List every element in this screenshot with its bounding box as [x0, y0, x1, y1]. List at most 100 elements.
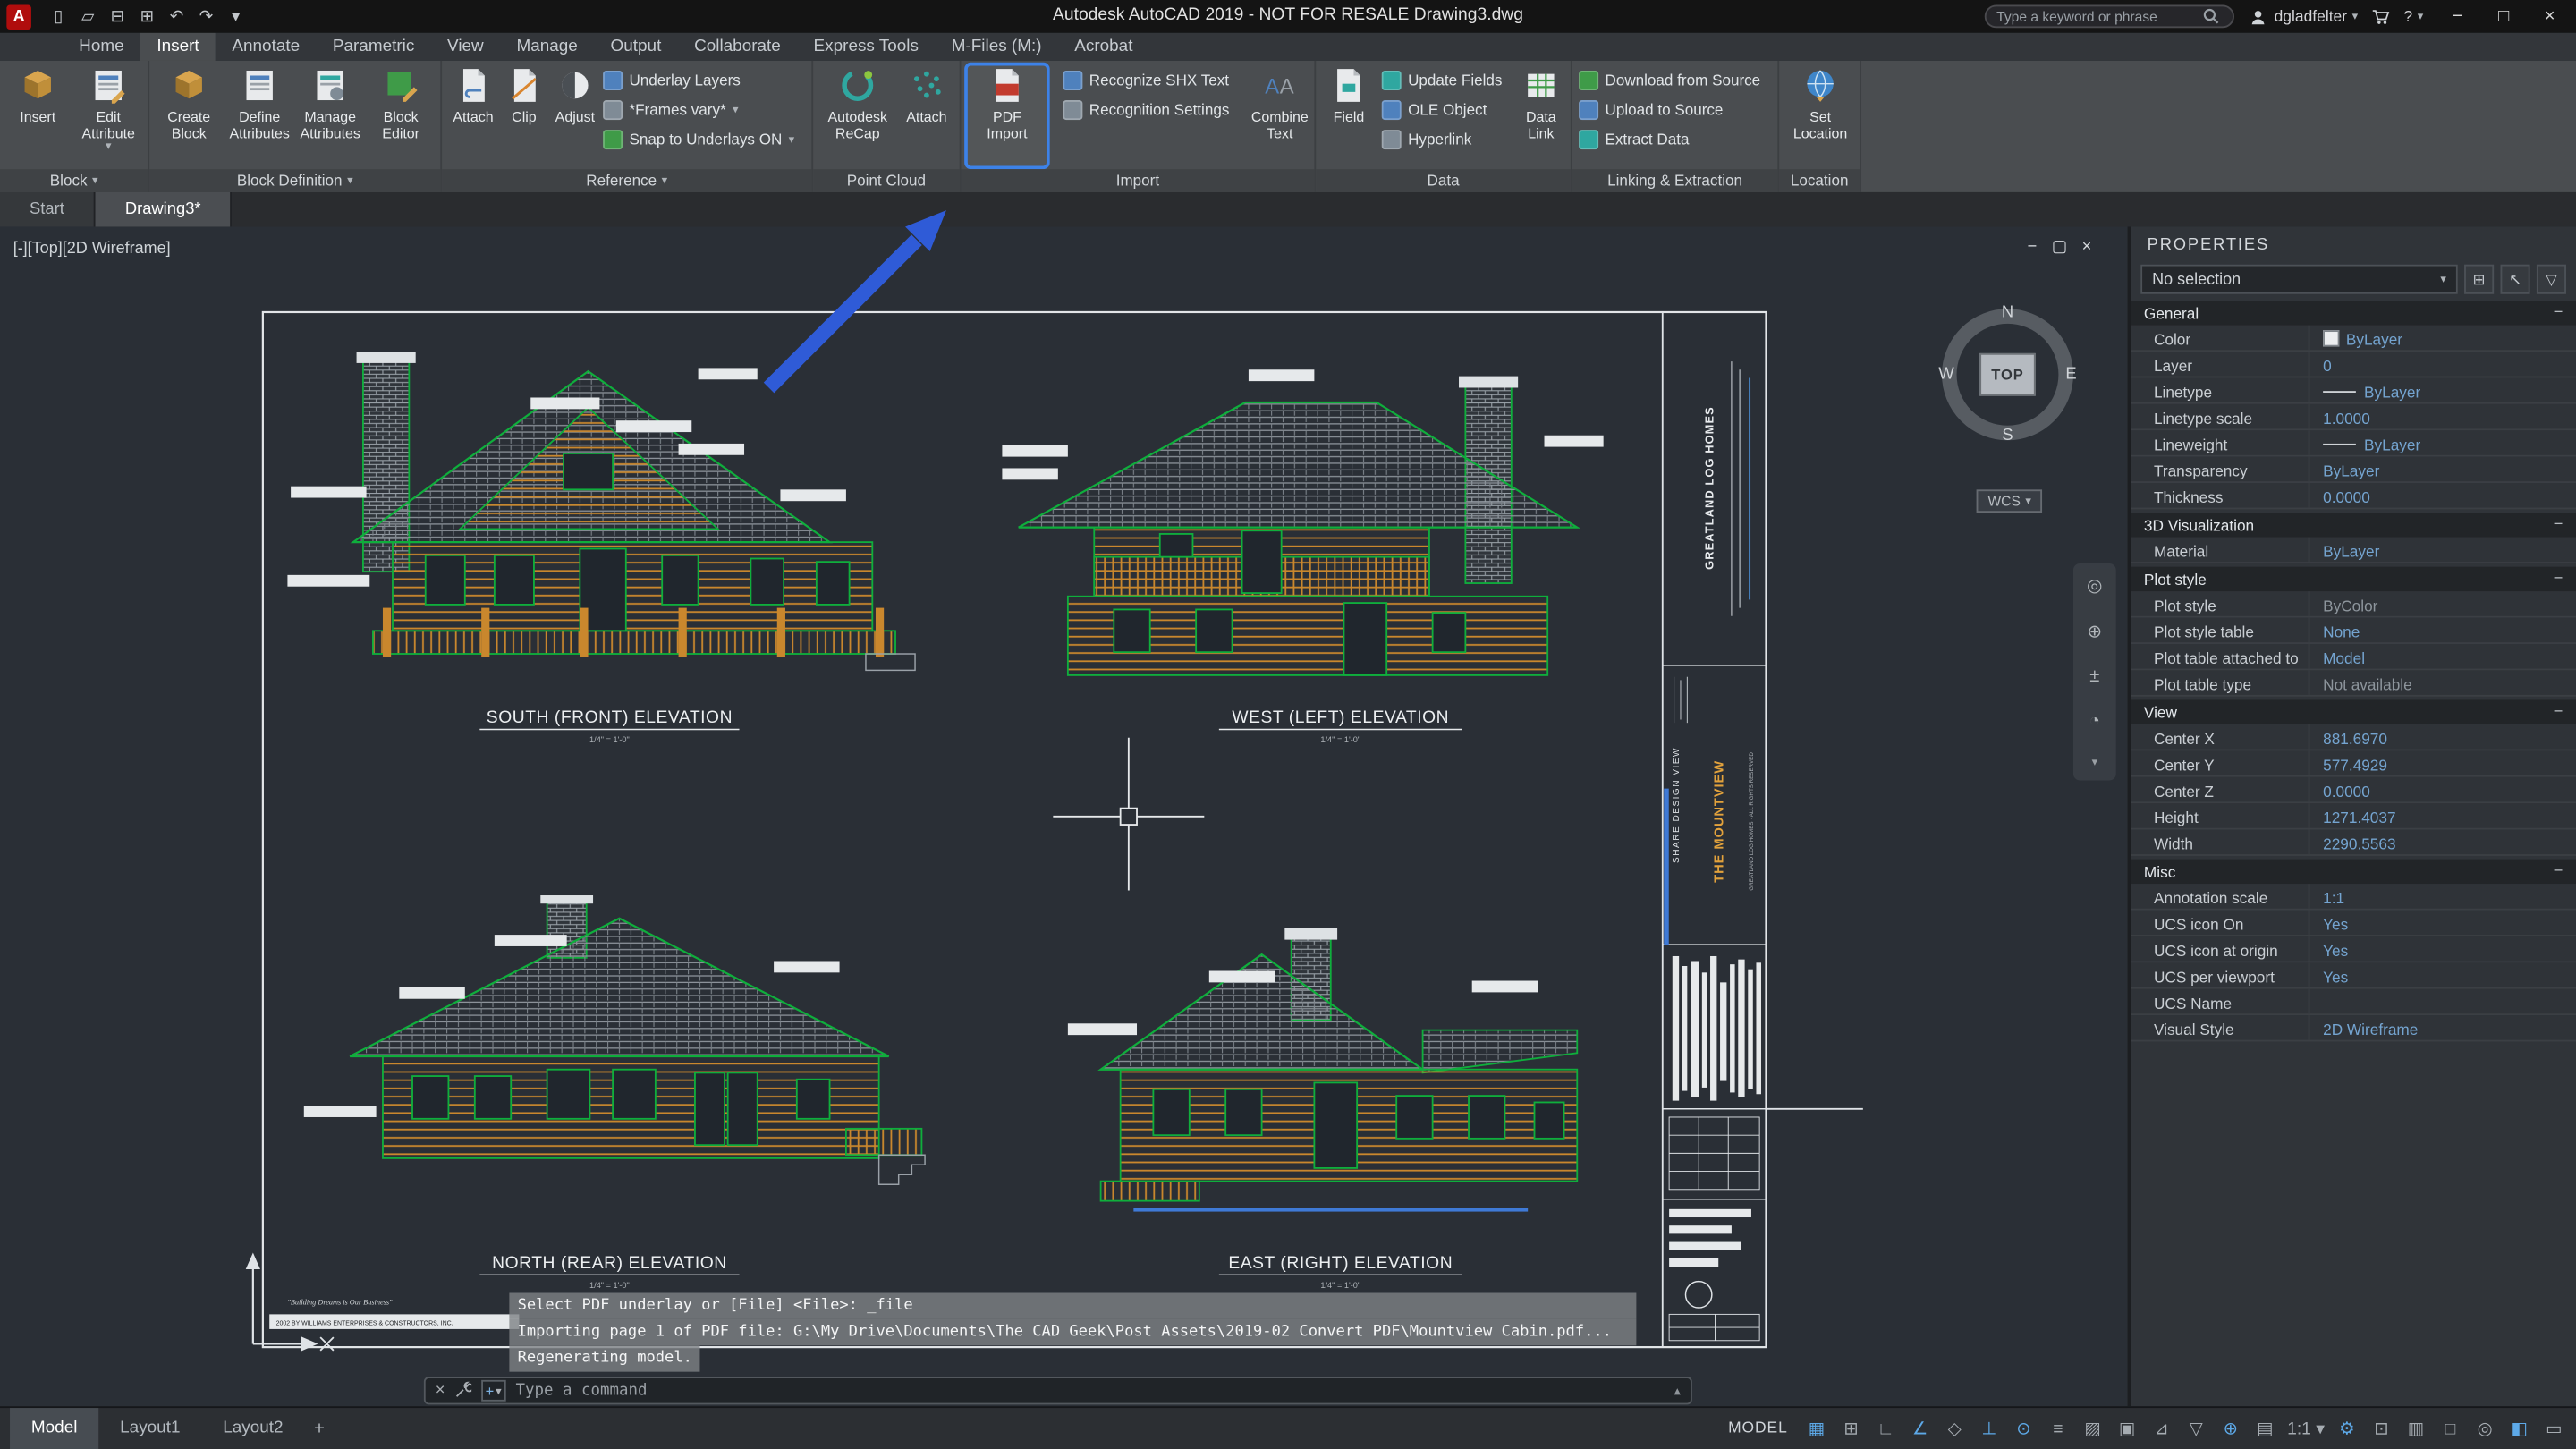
file-tab[interactable]: Start — [0, 191, 96, 227]
selection-cycling-icon[interactable]: ▣ — [2112, 1413, 2143, 1445]
file-tab[interactable]: Drawing3* — [95, 191, 233, 227]
section-header-general[interactable]: General − — [2131, 301, 2576, 326]
viewcube-top-face[interactable]: TOP — [1979, 352, 2036, 396]
set-location-button[interactable]: Set Location — [1787, 64, 1852, 166]
property-row[interactable]: Visual Style 2D Wireframe — [2131, 1015, 2576, 1042]
section-header-view[interactable]: View − — [2131, 699, 2576, 724]
panel-label-import[interactable]: Import — [961, 169, 1315, 192]
app-store-cart-icon[interactable] — [2369, 5, 2393, 29]
field-button[interactable]: Field — [1323, 64, 1376, 166]
property-row[interactable]: Transparency ByLayer — [2131, 456, 2576, 483]
section-header-plot-style[interactable]: Plot style − — [2131, 566, 2576, 592]
panel-label-point-cloud[interactable]: Point Cloud — [813, 169, 960, 192]
lock-ui-icon[interactable]: □ — [2435, 1413, 2466, 1445]
extract-data-button[interactable]: Extract Data — [1579, 126, 1775, 152]
ribbon-tab[interactable]: Annotate — [216, 33, 316, 61]
steering-wheel-icon[interactable]: ◎ — [2087, 576, 2103, 597]
viewport-close-icon[interactable]: × — [2082, 238, 2092, 256]
lineweight-icon[interactable]: ≡ — [2042, 1413, 2073, 1445]
model-space-label[interactable]: MODEL — [1728, 1419, 1788, 1437]
help-menu[interactable]: ? ▾ — [2403, 7, 2423, 25]
property-row[interactable]: Material ByLayer — [2131, 537, 2576, 564]
panel-label-reference[interactable]: Reference ▾ — [442, 169, 812, 192]
property-row[interactable]: Lineweight ByLayer — [2131, 430, 2576, 457]
pan-icon[interactable]: ⊕ — [2087, 622, 2102, 642]
dynamic-ucs-icon[interactable]: ⊿ — [2146, 1413, 2177, 1445]
ribbon-tab[interactable]: Express Tools — [797, 33, 935, 61]
plot-icon[interactable]: ⊞ — [133, 4, 161, 30]
minimize-button[interactable]: − — [2435, 0, 2480, 33]
block-editor-button[interactable]: Block Editor — [368, 64, 433, 166]
compass-west[interactable]: W — [1938, 366, 1953, 384]
panel-label-block-definition[interactable]: Block Definition ▾ — [149, 169, 441, 192]
clean-screen-icon[interactable]: ▭ — [2538, 1413, 2570, 1445]
attach-button[interactable]: Attach — [448, 64, 497, 166]
object-snap-icon[interactable]: ⊙ — [2008, 1413, 2039, 1445]
layout-tab[interactable]: Model — [10, 1408, 99, 1449]
property-row[interactable]: Plot style table None — [2131, 617, 2576, 644]
property-row[interactable]: Center Y 577.4929 — [2131, 750, 2576, 777]
close-button[interactable]: × — [2527, 0, 2572, 33]
isolate-objects-icon[interactable]: ◎ — [2470, 1413, 2501, 1445]
annotation-scale-control[interactable]: 1:1 ▾ — [2284, 1413, 2327, 1445]
open-file-icon[interactable]: ▱ — [74, 4, 102, 30]
collapse-icon[interactable]: − — [2554, 304, 2563, 322]
collapse-icon[interactable]: − — [2554, 862, 2563, 880]
property-row[interactable]: Plot table attached to Model — [2131, 643, 2576, 671]
property-row[interactable]: UCS icon On Yes — [2131, 910, 2576, 936]
select-objects-button[interactable]: ↖ — [2500, 264, 2530, 294]
quick-select-button[interactable]: ▽ — [2536, 264, 2566, 294]
manage-attributes-button[interactable]: Manage Attributes — [297, 64, 362, 166]
annotation-monitor-icon[interactable]: ⊡ — [2366, 1413, 2397, 1445]
insert-button[interactable]: Insert — [10, 64, 65, 166]
property-row[interactable]: Color ByLayer — [2131, 325, 2576, 352]
property-row[interactable]: Plot style ByColor — [2131, 591, 2576, 618]
property-row[interactable]: Height 1271.4037 — [2131, 803, 2576, 830]
search-input[interactable] — [1996, 8, 2194, 25]
property-row[interactable]: Layer 0 — [2131, 352, 2576, 378]
transparency-icon[interactable]: ▨ — [2077, 1413, 2108, 1445]
frames-dropdown[interactable]: *Frames vary* ▾ — [603, 97, 807, 123]
chevron-down-icon[interactable]: ▾ — [2092, 755, 2097, 768]
pdf-import-button[interactable]: PDF Import — [971, 64, 1044, 166]
compass-south[interactable]: S — [2002, 428, 2012, 445]
polar-tracking-icon[interactable]: ∠ — [1904, 1413, 1936, 1445]
create-block-button[interactable]: Create Block — [156, 64, 221, 166]
snap-to-underlays-dropdown[interactable]: Snap to Underlays ON ▾ — [603, 126, 807, 152]
ole-object-button[interactable]: OLE Object — [1381, 97, 1513, 123]
collapse-icon[interactable]: − — [2554, 516, 2563, 534]
property-row[interactable]: Center Z 0.0000 — [2131, 776, 2576, 804]
workspace-gear-icon[interactable]: ⚙ — [2331, 1413, 2362, 1445]
search-icon[interactable] — [2200, 5, 2224, 29]
compass-east[interactable]: E — [2065, 366, 2076, 384]
viewport-controls-label[interactable]: [-][Top][2D Wireframe] — [13, 240, 171, 258]
ribbon-tab[interactable]: Acrobat — [1058, 33, 1149, 61]
property-row[interactable]: Annotation scale 1:1 — [2131, 884, 2576, 911]
osnap-tracking-icon[interactable]: ⊥ — [1973, 1413, 2004, 1445]
ribbon-tab[interactable]: M-Files (M:) — [935, 33, 1058, 61]
new-file-icon[interactable]: ▯ — [45, 4, 72, 30]
maximize-button[interactable]: □ — [2480, 0, 2526, 33]
combine-text-button[interactable]: AA Combine Text — [1250, 64, 1309, 166]
snap-mode-icon[interactable]: ⊞ — [1835, 1413, 1867, 1445]
ribbon-tab[interactable]: Manage — [500, 33, 594, 61]
quick-properties-icon[interactable]: ▥ — [2400, 1413, 2431, 1445]
property-row[interactable]: Thickness 0.0000 — [2131, 482, 2576, 510]
panel-label-data[interactable]: Data — [1316, 169, 1571, 192]
property-row[interactable]: UCS Name — [2131, 988, 2576, 1016]
redo-icon[interactable]: ↷ — [192, 4, 220, 30]
gizmo-icon[interactable]: ⊕ — [2215, 1413, 2246, 1445]
layout-tab[interactable]: Layout2 — [201, 1408, 304, 1449]
recognition-settings-button[interactable]: Recognition Settings — [1063, 97, 1247, 123]
viewport-restore-icon[interactable]: ▢ — [2052, 238, 2067, 256]
graphics-performance-icon[interactable]: ◧ — [2504, 1413, 2535, 1445]
selection-dropdown[interactable]: No selection ▾ — [2140, 264, 2458, 294]
property-row[interactable]: UCS per viewport Yes — [2131, 962, 2576, 989]
underlay-layers-button[interactable]: Underlay Layers — [603, 67, 807, 93]
collapse-icon[interactable]: − — [2554, 703, 2563, 721]
update-fields-button[interactable]: Update Fields — [1381, 67, 1513, 93]
toggle-pickadd-button[interactable]: ⊞ — [2464, 264, 2495, 294]
undo-icon[interactable]: ↶ — [163, 4, 191, 30]
recognize-shx-text-button[interactable]: Recognize SHX Text — [1063, 67, 1247, 93]
property-row[interactable]: Center X 881.6970 — [2131, 724, 2576, 751]
